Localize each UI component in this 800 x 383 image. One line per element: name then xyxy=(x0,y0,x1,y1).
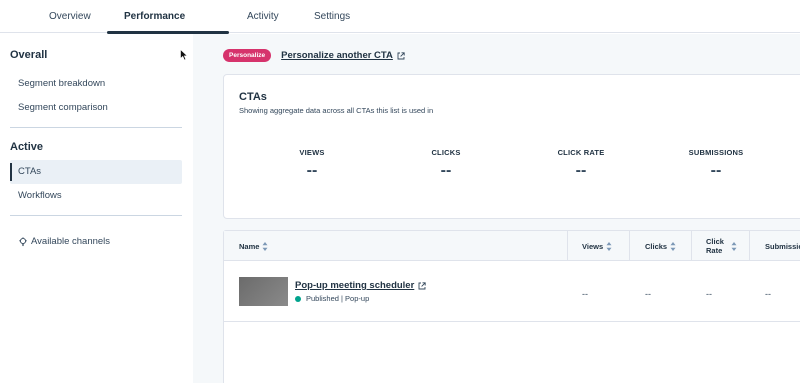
lightbulb-icon xyxy=(19,236,27,246)
personalize-another-cta-link[interactable]: Personalize another CTA xyxy=(281,50,405,61)
sidebar-divider xyxy=(10,215,182,216)
personalize-row: Personalize Personalize another CTA xyxy=(223,49,405,62)
external-link-icon xyxy=(418,281,426,289)
sidebar-item-workflows[interactable]: Workflows xyxy=(10,184,182,208)
tab-settings[interactable]: Settings xyxy=(314,11,350,22)
sidebar-item-segment-breakdown[interactable]: Segment breakdown xyxy=(10,72,182,96)
cta-name-link[interactable]: Pop-up meeting scheduler xyxy=(295,280,426,291)
sidebar-heading-overall: Overall xyxy=(10,49,48,61)
card-subtitle: Showing aggregate data across all CTAs t… xyxy=(239,106,434,115)
column-label: Submissio xyxy=(765,241,800,251)
tab-overview[interactable]: Overview xyxy=(49,11,91,22)
metric-label: VIEWS xyxy=(299,148,325,157)
metric-value: -- xyxy=(306,162,318,179)
sidebar-item-ctas[interactable]: CTAs xyxy=(10,160,182,184)
mouse-cursor-icon xyxy=(180,49,188,61)
metric-click-rate: CLICK RATE -- xyxy=(521,148,641,180)
tab-performance[interactable]: Performance xyxy=(124,11,185,22)
column-separator xyxy=(629,231,630,261)
column-separator xyxy=(567,231,568,261)
sidebar-item-segment-comparison[interactable]: Segment comparison xyxy=(10,96,182,120)
metric-label: CLICKS xyxy=(431,148,461,157)
cta-status: Published | Pop-up xyxy=(295,294,369,303)
table-header: Name Views Clicks Click Rate Submissio xyxy=(224,231,800,261)
column-label: Views xyxy=(582,241,604,251)
column-header-submissions[interactable]: Submissio xyxy=(765,231,800,261)
tab-activity[interactable]: Activity xyxy=(247,11,279,22)
column-header-clicks[interactable]: Clicks xyxy=(645,231,676,261)
personalize-badge: Personalize xyxy=(223,49,272,62)
card-title: CTAs xyxy=(239,91,267,103)
status-dot-icon xyxy=(295,295,301,302)
top-tab-bar: Overview Performance Activity Settings xyxy=(0,0,800,34)
personalize-link-label: Personalize another CTA xyxy=(281,50,393,61)
cell-views: -- xyxy=(582,289,588,299)
metric-views: VIEWS -- xyxy=(252,148,372,180)
cta-name-label: Pop-up meeting scheduler xyxy=(295,280,415,291)
main-content: Personalize Personalize another CTA CTAs… xyxy=(193,34,800,383)
sidebar-divider xyxy=(10,127,182,128)
sort-icon xyxy=(262,241,268,251)
column-label: Name xyxy=(239,241,260,251)
available-channels-label: Available channels xyxy=(31,236,111,247)
column-label: Click Rate xyxy=(706,237,724,255)
cta-table: Name Views Clicks Click Rate Submissio P… xyxy=(223,230,800,383)
column-header-name[interactable]: Name xyxy=(239,231,268,261)
column-separator xyxy=(691,231,692,261)
metric-label: SUBMISSIONS xyxy=(688,148,744,157)
cell-click-rate: -- xyxy=(706,289,712,299)
sidebar-heading-active: Active xyxy=(10,141,44,153)
cta-status-label: Published | Pop-up xyxy=(306,294,370,303)
external-link-icon xyxy=(397,51,405,59)
cell-clicks: -- xyxy=(645,289,651,299)
available-channels-link[interactable]: Available channels xyxy=(18,236,110,247)
metric-value: -- xyxy=(710,162,722,179)
metric-value: -- xyxy=(440,162,452,179)
metric-clicks: CLICKS -- xyxy=(386,148,506,180)
sort-icon xyxy=(731,241,737,251)
cell-submissions: -- xyxy=(765,289,771,299)
column-header-click-rate[interactable]: Click Rate xyxy=(706,231,742,261)
cta-thumbnail xyxy=(239,277,288,306)
sort-icon xyxy=(606,241,612,251)
column-header-views[interactable]: Views xyxy=(582,231,612,261)
metric-submissions: SUBMISSIONS -- xyxy=(656,148,776,180)
column-label: Clicks xyxy=(645,241,668,251)
cta-summary-card: CTAs Showing aggregate data across all C… xyxy=(223,74,800,219)
sidebar: Overall Segment breakdown Segment compar… xyxy=(0,34,193,383)
sort-icon xyxy=(670,241,676,251)
table-row: Pop-up meeting scheduler Published | Pop… xyxy=(224,262,800,322)
metric-value: -- xyxy=(575,162,587,179)
column-separator xyxy=(749,231,750,261)
metric-label: CLICK RATE xyxy=(557,148,605,157)
